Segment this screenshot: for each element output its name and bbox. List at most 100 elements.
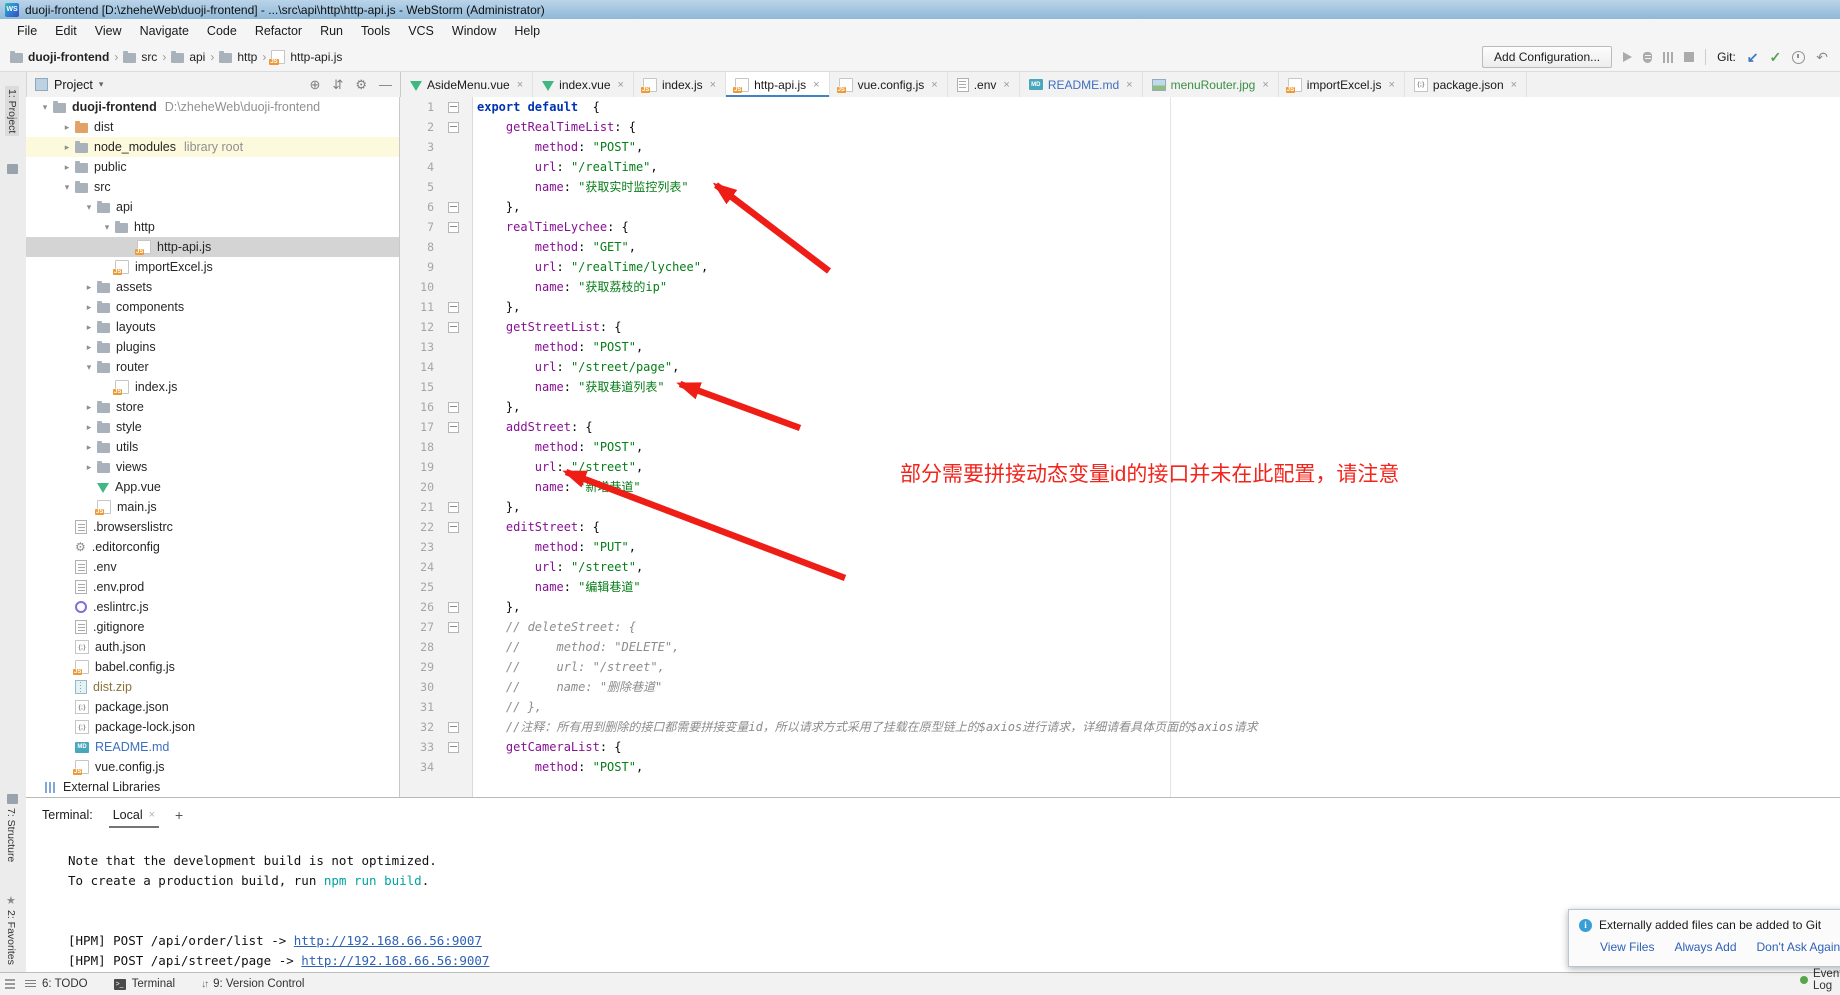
tree-item-api[interactable]: ▾api <box>26 197 399 217</box>
menu-vcs[interactable]: VCS <box>399 21 443 41</box>
menu-window[interactable]: Window <box>443 21 505 41</box>
fold-icon[interactable] <box>448 602 459 613</box>
tree-item-node_modules[interactable]: ▸node_moduleslibrary root <box>26 137 399 157</box>
tree-item-.editorconfig[interactable]: .editorconfig <box>26 537 399 557</box>
tree-item-main.js[interactable]: main.js <box>26 497 399 517</box>
close-icon[interactable]: × <box>1003 79 1009 91</box>
tree-item-dist[interactable]: ▸dist <box>26 117 399 137</box>
terminal-link[interactable]: http://192.168.66.56:9007 <box>301 953 489 968</box>
run-icon[interactable] <box>1623 52 1632 62</box>
statusbar-item-vcs[interactable]: 9: Version Control <box>201 978 304 990</box>
fold-icon[interactable] <box>448 302 459 313</box>
tree-item-App.vue[interactable]: App.vue <box>26 477 399 497</box>
menu-run[interactable]: Run <box>311 21 352 41</box>
tree-item-package.json[interactable]: package.json <box>26 697 399 717</box>
tree-item-http[interactable]: ▾http <box>26 217 399 237</box>
chevron-right-icon[interactable]: ▸ <box>81 402 97 413</box>
tree-item-vue.config.js[interactable]: vue.config.js <box>26 757 399 777</box>
tree-item-components[interactable]: ▸components <box>26 297 399 317</box>
editor-tab-index.js[interactable]: index.js× <box>634 72 726 97</box>
add-configuration-button[interactable]: Add Configuration... <box>1482 46 1612 68</box>
editor-tab-package.json[interactable]: package.json× <box>1405 72 1527 97</box>
editor-tab-menuRouter.jpg[interactable]: menuRouter.jpg× <box>1143 72 1279 97</box>
tree-item-assets[interactable]: ▸assets <box>26 277 399 297</box>
toolbutton-favorites[interactable]: 2: Favorites <box>5 910 17 965</box>
fold-icon[interactable] <box>448 402 459 413</box>
chevron-right-icon[interactable]: ▸ <box>81 442 97 453</box>
event-log-item[interactable]: Event Log <box>1800 968 1840 992</box>
menu-refactor[interactable]: Refactor <box>246 21 311 41</box>
chevron-right-icon[interactable]: ▸ <box>59 122 75 133</box>
chevron-right-icon[interactable]: ▸ <box>81 342 97 353</box>
editor-tab-http-api.js[interactable]: http-api.js× <box>726 72 829 97</box>
fold-icon[interactable] <box>448 202 459 213</box>
hide-panel-icon[interactable]: ― <box>379 77 392 92</box>
menu-view[interactable]: View <box>86 21 131 41</box>
tree-item-index.js[interactable]: index.js <box>26 377 399 397</box>
chevron-right-icon[interactable]: ▸ <box>59 142 75 153</box>
toolbutton-structure[interactable]: 7: Structure <box>5 808 17 862</box>
project-tree[interactable]: ▾duoji-frontendD:\zheheWeb\duoji-fronten… <box>26 97 400 797</box>
fold-icon[interactable] <box>448 122 459 133</box>
coverage-icon[interactable] <box>1663 52 1673 63</box>
chevron-right-icon[interactable]: ▸ <box>81 462 97 473</box>
close-icon[interactable]: × <box>1262 79 1268 91</box>
editor-tab-README.md[interactable]: README.md× <box>1020 72 1143 97</box>
rollback-icon[interactable]: ↶ <box>1816 50 1828 64</box>
fold-icon[interactable] <box>448 522 459 533</box>
stop-icon[interactable] <box>1684 52 1694 62</box>
statusbar-item-terminal[interactable]: Terminal <box>114 978 175 990</box>
menu-edit[interactable]: Edit <box>46 21 86 41</box>
menu-code[interactable]: Code <box>198 21 246 41</box>
debug-icon[interactable] <box>1643 52 1652 63</box>
gear-icon[interactable]: ⚙ <box>355 77 367 93</box>
breadcrumb-item[interactable]: src <box>123 50 157 64</box>
fold-icon[interactable] <box>448 502 459 513</box>
close-icon[interactable]: × <box>1388 79 1394 91</box>
chevron-right-icon[interactable]: ▸ <box>81 322 97 333</box>
tree-item-utils[interactable]: ▸utils <box>26 437 399 457</box>
terminal-tab-local[interactable]: Local × <box>109 798 159 831</box>
menu-file[interactable]: File <box>8 21 46 41</box>
tree-item-http-api.js[interactable]: http-api.js <box>26 237 399 257</box>
tree-item-src[interactable]: ▾src <box>26 177 399 197</box>
project-panel-title[interactable]: Project <box>54 78 93 92</box>
tree-item-README.md[interactable]: README.md <box>26 737 399 757</box>
editor-tab-.env[interactable]: .env× <box>948 72 1020 97</box>
tree-item-.env[interactable]: .env <box>26 557 399 577</box>
tree-item-views[interactable]: ▸views <box>26 457 399 477</box>
menu-help[interactable]: Help <box>505 21 549 41</box>
always-add-link[interactable]: Always Add <box>1674 940 1736 954</box>
tree-item-public[interactable]: ▸public <box>26 157 399 177</box>
tree-item-External Libraries[interactable]: External Libraries <box>26 777 399 797</box>
fold-icon[interactable] <box>448 742 459 753</box>
fold-icon[interactable] <box>448 322 459 333</box>
chevron-right-icon[interactable]: ▸ <box>81 422 97 433</box>
chevron-right-icon[interactable]: ▸ <box>81 282 97 293</box>
chevron-right-icon[interactable]: ▸ <box>81 302 97 313</box>
tree-item-babel.config.js[interactable]: babel.config.js <box>26 657 399 677</box>
tree-item-duoji-frontend[interactable]: ▾duoji-frontendD:\zheheWeb\duoji-fronten… <box>26 97 399 117</box>
close-icon[interactable]: × <box>1511 79 1517 91</box>
tree-item-.env.prod[interactable]: .env.prod <box>26 577 399 597</box>
menu-navigate[interactable]: Navigate <box>131 21 198 41</box>
breadcrumb-item[interactable]: http-api.js <box>271 50 342 64</box>
statusbar-item-todo[interactable]: 6: TODO <box>25 978 88 990</box>
breadcrumb-item[interactable]: api <box>171 50 205 64</box>
tree-item-router[interactable]: ▾router <box>26 357 399 377</box>
code-editor[interactable]: 1export default {2 getRealTimeList: {3 m… <box>400 97 1840 797</box>
tree-item-dist.zip[interactable]: dist.zip <box>26 677 399 697</box>
chevron-right-icon[interactable]: ▸ <box>59 162 75 173</box>
git-update-icon[interactable]: ↙ <box>1747 50 1759 64</box>
close-icon[interactable]: × <box>517 79 523 91</box>
tree-item-package-lock.json[interactable]: package-lock.json <box>26 717 399 737</box>
view-files-link[interactable]: View Files <box>1600 940 1654 954</box>
chevron-down-icon[interactable]: ▾ <box>99 222 115 233</box>
tree-item-layouts[interactable]: ▸layouts <box>26 317 399 337</box>
tree-item-importExcel.js[interactable]: importExcel.js <box>26 257 399 277</box>
chevron-down-icon[interactable]: ▾ <box>37 102 53 113</box>
toolwindow-toggle-icon[interactable] <box>5 979 15 989</box>
editor-tab-vue.config.js[interactable]: vue.config.js× <box>830 72 948 97</box>
breadcrumb-item[interactable]: http <box>219 50 257 64</box>
editor-tab-AsideMenu.vue[interactable]: AsideMenu.vue× <box>401 72 533 97</box>
